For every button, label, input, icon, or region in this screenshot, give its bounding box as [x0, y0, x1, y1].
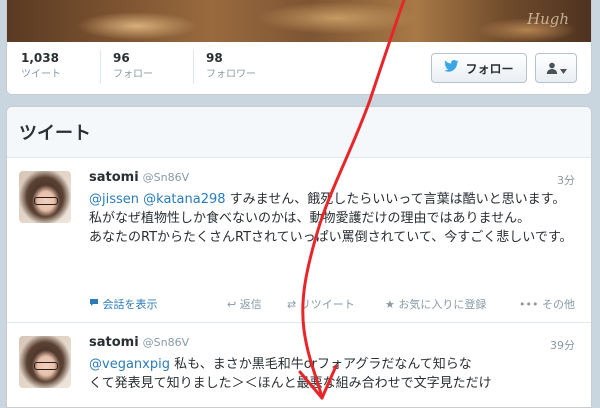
favorite-button[interactable]: ★ お気に入りに登録 — [385, 296, 486, 312]
tweets-panel: ツイート satomi @Sn86V 3分 @jissen @katana298 … — [6, 106, 592, 408]
user-icon — [546, 59, 558, 78]
profile-card: Hugh 1,038 ツイート 96 フォロー 98 フォロワー フォロー — [6, 0, 592, 95]
tweet-timestamp[interactable]: 39分 — [550, 337, 575, 353]
tweet-text-line: 私も、まさか黒毛和牛orフォアグラだなんて知らな — [174, 357, 472, 372]
stat-divider — [193, 50, 194, 84]
profile-banner: Hugh — [7, 0, 591, 42]
twitter-profile-page: Hugh 1,038 ツイート 96 フォロー 98 フォロワー フォロー ツイ… — [0, 0, 600, 408]
stat-following[interactable]: 96 フォロー — [113, 50, 153, 82]
tweet-actions: 会話を表示 ↩ 返信 ⇄ リツイート ★ お気に入りに登録 ••• その他 — [89, 296, 577, 312]
stat-tweets-label: ツイート — [21, 69, 61, 80]
author-name: satomi — [89, 170, 139, 185]
reply-icon: ↩ — [227, 298, 237, 311]
tweet-timestamp[interactable]: 3分 — [557, 172, 575, 188]
avatar-glasses — [34, 197, 58, 205]
expand-conversation-link[interactable]: 会話を表示 — [89, 296, 158, 312]
star-icon: ★ — [385, 298, 395, 311]
stat-followers[interactable]: 98 フォロワー — [206, 50, 256, 82]
mention-link[interactable]: @veganxpig — [89, 357, 170, 372]
retweet-button[interactable]: ⇄ リツイート — [287, 296, 355, 312]
reply-label: 返信 — [239, 298, 262, 311]
stat-following-value: 96 — [113, 51, 130, 65]
user-actions-dropdown[interactable] — [535, 53, 577, 83]
retweet-label: リツイート — [299, 298, 355, 311]
tweet-item[interactable]: satomi @Sn86V 39分 @veganxpig 私も、まさか黒毛和牛or… — [7, 323, 591, 407]
banner-signature: Hugh — [526, 10, 569, 28]
expand-conversation-label: 会話を表示 — [102, 298, 158, 311]
author-handle: @Sn86V — [142, 171, 190, 184]
tweet-author[interactable]: satomi @Sn86V — [89, 170, 189, 185]
stat-tweets-value: 1,038 — [21, 51, 59, 65]
author-handle: @Sn86V — [142, 336, 190, 349]
tweet-item[interactable]: satomi @Sn86V 3分 @jissen @katana298 すみません… — [7, 158, 591, 323]
caret-down-icon — [559, 59, 567, 78]
tweet-text-paragraph: あなたのRTからたくさんRTされていっぱい罵倒されていて、今すごく悲しいです。 — [89, 230, 573, 245]
stat-followers-value: 98 — [206, 51, 223, 65]
stat-divider — [100, 50, 101, 84]
mention-link[interactable]: @katana298 — [143, 192, 225, 207]
avatar[interactable] — [19, 336, 71, 388]
more-label: その他 — [541, 298, 575, 311]
mention-link[interactable]: @jissen — [89, 192, 139, 207]
stat-followers-label: フォロワー — [206, 69, 256, 80]
favorite-label: お気に入りに登録 — [398, 298, 487, 311]
follow-button[interactable]: フォロー — [431, 53, 527, 83]
tweet-text: @veganxpig 私も、まさか黒毛和牛orフォアグラだなんて知らな くて発表… — [89, 355, 577, 393]
speech-bubble-icon — [89, 298, 103, 311]
tweet-text-line: くて発表見て知りました＞＜ほんと最悪な組み合わせで文字見ただけ — [89, 376, 492, 391]
profile-stats: 1,038 ツイート 96 フォロー 98 フォロワー フォロー — [7, 42, 591, 94]
tweets-title: ツイート — [19, 123, 91, 144]
more-button[interactable]: ••• その他 — [519, 296, 575, 312]
tweet-text: @jissen @katana298 すみません、餓死したらいいって言葉は酷いと… — [89, 190, 577, 247]
twitter-bird-icon — [444, 60, 460, 76]
retweet-icon: ⇄ — [287, 298, 297, 311]
tweets-header: ツイート — [7, 107, 591, 158]
stat-following-label: フォロー — [113, 69, 153, 80]
author-name: satomi — [89, 335, 139, 350]
stat-tweets[interactable]: 1,038 ツイート — [21, 50, 61, 82]
avatar[interactable] — [19, 171, 71, 223]
reply-button[interactable]: ↩ 返信 — [227, 296, 262, 312]
more-dots-icon: ••• — [519, 298, 539, 311]
avatar-glasses — [34, 362, 58, 370]
tweet-text-line: すみません、餓死したらいいって言葉は酷い — [229, 192, 489, 207]
follow-button-label: フォロー — [465, 61, 514, 76]
tweet-author[interactable]: satomi @Sn86V — [89, 335, 189, 350]
